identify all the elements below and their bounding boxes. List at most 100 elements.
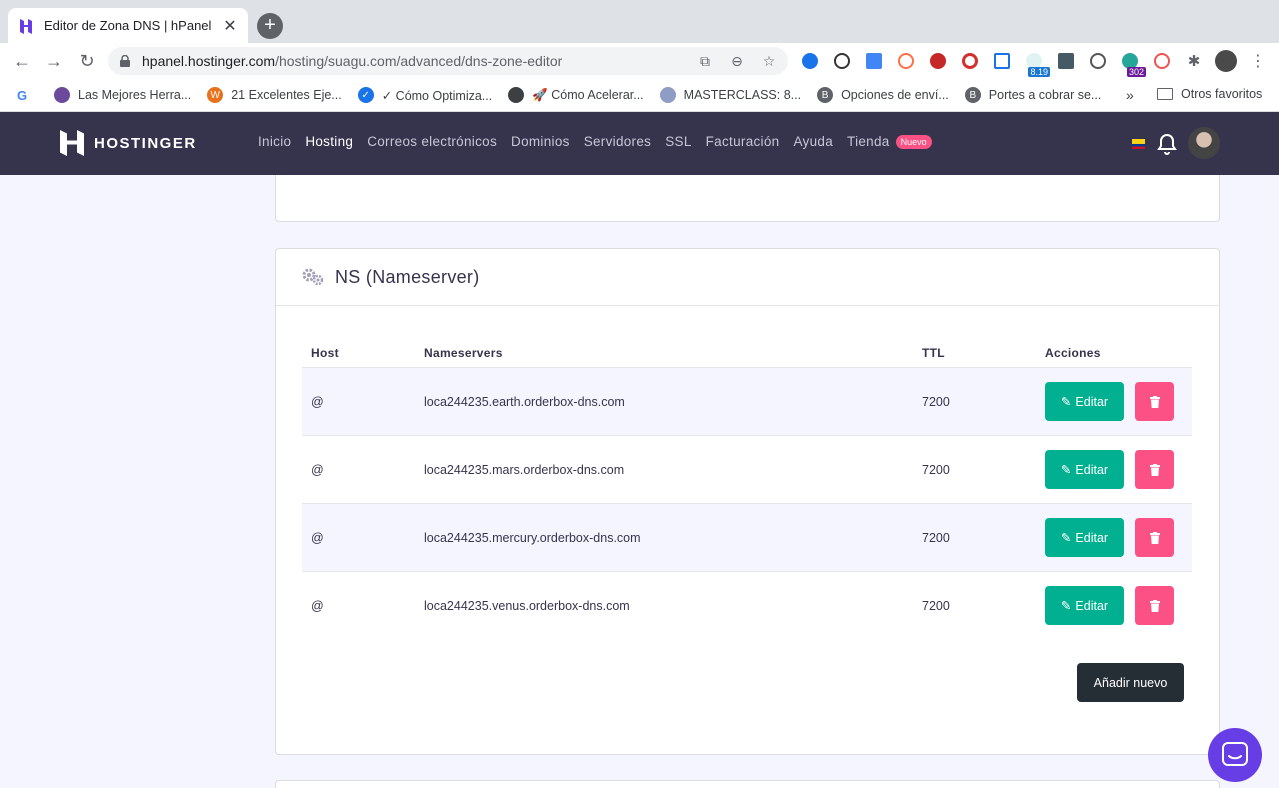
- gears-icon: [302, 268, 324, 286]
- colombia-flag-icon[interactable]: [1132, 139, 1145, 149]
- browser-tabbar: Editor de Zona DNS | hPanel ✕ +: [0, 0, 1279, 43]
- delete-button[interactable]: [1135, 518, 1174, 557]
- edit-button[interactable]: ✎ Editar: [1045, 450, 1124, 489]
- new-badge: Nuevo: [895, 134, 932, 149]
- back-icon[interactable]: ←: [10, 49, 34, 73]
- chat-icon: [1222, 742, 1248, 766]
- cell-nameserver: loca244235.venus.orderbox-dns.com: [424, 598, 630, 613]
- cell-nameserver: loca244235.earth.orderbox-dns.com: [424, 394, 625, 409]
- url-path: /hosting/suagu.com/advanced/dns-zone-edi…: [275, 53, 563, 69]
- forward-icon[interactable]: →: [42, 49, 66, 73]
- edit-label: Editar: [1075, 598, 1109, 613]
- extensions-bar: 8.19 302 ✱ ⋮: [798, 49, 1270, 77]
- nav-dominios[interactable]: Dominios: [511, 134, 570, 149]
- bookmark-item[interactable]: 🚀 Cómo Acelerar...: [508, 87, 644, 103]
- cell-host: @: [311, 394, 324, 409]
- extension-pin-icon[interactable]: [1054, 49, 1078, 73]
- extension-spiral-icon[interactable]: [1150, 49, 1174, 73]
- nav-ayuda[interactable]: Ayuda: [793, 134, 833, 149]
- lock-icon: [120, 55, 130, 67]
- tab-close-icon[interactable]: ✕: [222, 16, 238, 36]
- ns-table: Host Nameservers TTL Acciones @ loca2442…: [302, 339, 1192, 639]
- bookmarks-more-icon[interactable]: »: [1126, 87, 1134, 103]
- cell-ttl: 7200: [922, 462, 950, 477]
- user-avatar[interactable]: [1188, 127, 1220, 159]
- star-icon[interactable]: ☆: [760, 52, 778, 70]
- bell-icon[interactable]: [1157, 133, 1177, 155]
- reload-icon[interactable]: ↻: [75, 49, 99, 73]
- edit-label: Editar: [1075, 394, 1109, 409]
- extension-b-icon[interactable]: [894, 49, 918, 73]
- other-bookmarks[interactable]: Otros favoritos: [1157, 87, 1262, 101]
- delete-button[interactable]: [1135, 382, 1174, 421]
- table-row: @ loca244235.venus.orderbox-dns.com 7200…: [302, 571, 1192, 639]
- cell-ttl: 7200: [922, 598, 950, 613]
- column-host: Host: [311, 346, 339, 360]
- trash-icon: [1149, 531, 1160, 544]
- table-row: @ loca244235.mercury.orderbox-dns.com 72…: [302, 503, 1192, 571]
- nav-hosting[interactable]: Hosting: [305, 134, 353, 149]
- folder-icon: [1157, 88, 1173, 100]
- extension-translate-icon[interactable]: [862, 49, 886, 73]
- nav-facturacion[interactable]: Facturación: [706, 134, 780, 149]
- edit-button[interactable]: ✎ Editar: [1045, 382, 1124, 421]
- extension-302-icon[interactable]: 302: [1118, 49, 1146, 77]
- hostinger-logo-icon: [60, 130, 84, 156]
- nav-servidores[interactable]: Servidores: [584, 134, 652, 149]
- profile-avatar[interactable]: [1214, 49, 1238, 73]
- browser-toolbar: ← → ↻ hpanel.hostinger.com/hosting/suagu…: [0, 43, 1279, 79]
- extension-wifi-icon[interactable]: 8.19: [1022, 49, 1050, 77]
- bookmark-label: Las Mejores Herra...: [78, 88, 192, 102]
- bookmark-label: 21 Excelentes Eje...: [231, 88, 342, 102]
- brand-name: HOSTINGER: [94, 134, 197, 152]
- trash-icon: [1149, 463, 1160, 476]
- pencil-icon: ✎: [1060, 531, 1072, 545]
- cell-ttl: 7200: [922, 394, 950, 409]
- cell-host: @: [311, 598, 324, 613]
- extensions-puzzle-icon[interactable]: ✱: [1182, 49, 1206, 73]
- bookmark-item[interactable]: G: [14, 87, 38, 103]
- translate-icon[interactable]: ⧉: [696, 52, 714, 70]
- main-nav: Inicio Hosting Correos electrónicos Domi…: [258, 134, 932, 149]
- browser-tab[interactable]: Editor de Zona DNS | hPanel ✕: [8, 8, 248, 43]
- browser-menu-icon[interactable]: ⋮: [1246, 49, 1270, 73]
- extension-recycle-icon[interactable]: [1086, 49, 1110, 73]
- extension-red-icon[interactable]: [926, 49, 950, 73]
- trash-icon: [1149, 395, 1160, 408]
- new-tab-button[interactable]: +: [257, 13, 283, 39]
- address-bar[interactable]: hpanel.hostinger.com/hosting/suagu.com/a…: [108, 47, 788, 75]
- bookmark-label: MASTERCLASS: 8...: [683, 88, 802, 102]
- delete-button[interactable]: [1135, 586, 1174, 625]
- extension-speed-icon[interactable]: [830, 49, 854, 73]
- nav-tienda[interactable]: Tienda: [847, 134, 890, 149]
- bookmark-item[interactable]: B Portes a cobrar se...: [964, 87, 1101, 103]
- bookmark-item[interactable]: ✓ ✓ Cómo Optimiza...: [357, 87, 493, 103]
- bookmark-item[interactable]: Las Mejores Herra...: [54, 87, 191, 103]
- previous-record-card: [275, 175, 1220, 222]
- bookmark-item[interactable]: B Opciones de enví...: [817, 87, 949, 103]
- chat-launcher-button[interactable]: [1208, 728, 1262, 782]
- extension-columns-icon[interactable]: [990, 49, 1014, 73]
- bookmark-item[interactable]: W 21 Excelentes Eje...: [207, 87, 342, 103]
- column-actions: Acciones: [1045, 346, 1101, 360]
- pencil-icon: ✎: [1060, 599, 1072, 613]
- nav-ssl[interactable]: SSL: [665, 134, 691, 149]
- cell-nameserver: loca244235.mercury.orderbox-dns.com: [424, 530, 641, 545]
- table-row: @ loca244235.earth.orderbox-dns.com 7200…: [302, 367, 1192, 435]
- globe-icon: [508, 87, 525, 103]
- trash-icon: [1149, 599, 1160, 612]
- add-new-button[interactable]: Añadir nuevo: [1077, 663, 1184, 702]
- hostinger-logo[interactable]: HOSTINGER: [60, 130, 197, 156]
- extension-check-icon[interactable]: [798, 49, 822, 73]
- nav-correos[interactable]: Correos electrónicos: [367, 134, 497, 149]
- hostinger-favicon-icon: [20, 18, 32, 34]
- delete-button[interactable]: [1135, 450, 1174, 489]
- card-header: NS (Nameserver): [276, 249, 1219, 306]
- bookmark-item[interactable]: MASTERCLASS: 8...: [659, 87, 802, 103]
- extension-block-icon[interactable]: [958, 49, 982, 73]
- nav-inicio[interactable]: Inicio: [258, 134, 291, 149]
- zoom-icon[interactable]: ⊖: [728, 52, 746, 70]
- edit-button[interactable]: ✎ Editar: [1045, 586, 1124, 625]
- edit-button[interactable]: ✎ Editar: [1045, 518, 1124, 557]
- bookmark-label: ✓ Cómo Optimiza...: [381, 88, 493, 103]
